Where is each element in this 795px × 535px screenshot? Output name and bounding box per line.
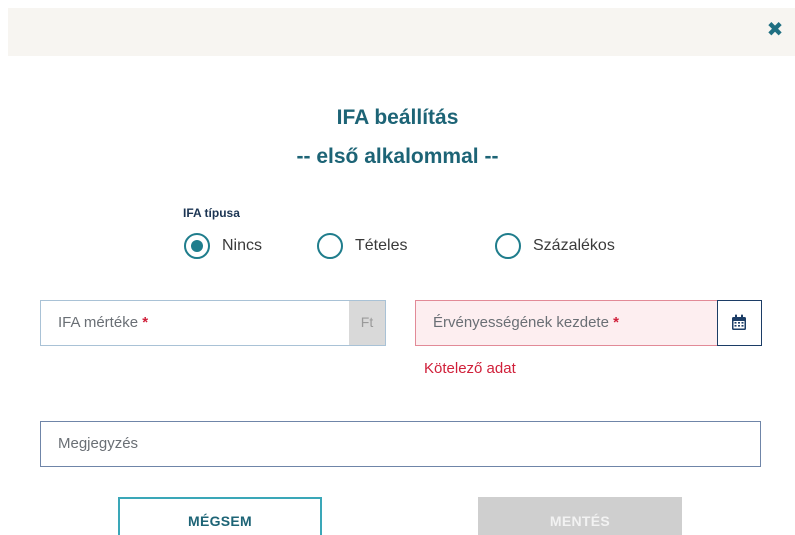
dialog-header-bar: ✖ (8, 8, 795, 56)
valid-from-placeholder: Érvényességének kezdete * (433, 314, 619, 331)
dialog-title: IFA beállítás (336, 106, 459, 129)
radio-itemized-label: Tételes (355, 237, 408, 254)
cancel-button[interactable]: MÉGSEM (118, 497, 322, 535)
vat-rate-input[interactable]: IFA mértéke * Ft (40, 300, 386, 346)
vat-settings-dialog: ✖ IFA beállítás -- első alkalommal -- IF… (0, 0, 795, 535)
radio-none-label: Nincs (222, 237, 263, 254)
radio-unchecked-icon[interactable] (495, 233, 521, 259)
radio-percentage[interactable]: Százalékos (495, 232, 615, 260)
note-placeholder: Megjegyzés (58, 435, 139, 452)
currency-suffix: Ft (349, 301, 385, 345)
radio-none[interactable]: Nincs (184, 232, 262, 260)
vat-type-label: IFA típusa (183, 206, 240, 220)
radio-checked-icon[interactable] (184, 233, 210, 259)
valid-from-error: Kötelező adat (424, 360, 516, 377)
valid-from-input[interactable]: Érvényességének kezdete * (415, 299, 762, 346)
calendar-icon[interactable] (716, 299, 762, 346)
close-icon[interactable]: ✖ (763, 18, 787, 42)
required-marker: * (613, 314, 619, 331)
radio-percentage-label: Százalékos (533, 237, 615, 254)
save-button[interactable]: MENTÉS (478, 497, 682, 535)
radio-unchecked-icon[interactable] (317, 233, 343, 259)
radio-itemized[interactable]: Tételes (317, 232, 407, 260)
dialog-subtitle: -- első alkalommal -- (296, 145, 499, 168)
vat-rate-placeholder: IFA mértéke * (58, 314, 149, 331)
required-marker: * (142, 314, 149, 331)
note-input[interactable]: Megjegyzés (40, 421, 761, 467)
